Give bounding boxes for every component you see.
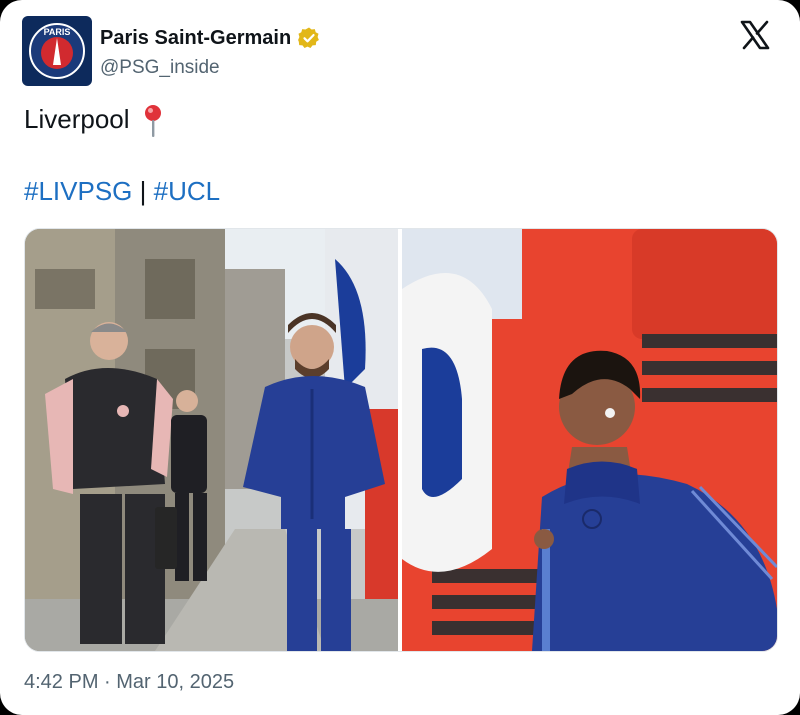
hashtag-ucl[interactable]: #UCL (154, 176, 220, 206)
author-name[interactable]: Paris Saint-Germain (100, 27, 291, 50)
avatar-text: PARIS (44, 27, 71, 37)
psg-crest-icon: PARIS (29, 23, 85, 79)
photo-players-walking[interactable] (25, 229, 398, 651)
author-handle[interactable]: @PSG_inside (100, 57, 220, 79)
hashtags: #LIVPSG | #UCL (24, 176, 220, 207)
photo-player-by-bus[interactable] (402, 229, 777, 651)
x-logo-icon[interactable] (740, 20, 770, 50)
verified-badge-icon (298, 27, 320, 48)
tweet-text-content: Liverpool (24, 104, 130, 134)
tweet-card: PARIS Paris Saint-Germain @PSG_inside Li… (0, 0, 800, 715)
author-name-row: Paris Saint-Germain (100, 26, 321, 50)
hashtag-separator: | (132, 176, 154, 206)
tweet-timestamp[interactable]: 4:42 PM · Mar 10, 2025 (24, 671, 234, 694)
media-grid (24, 228, 778, 652)
avatar[interactable]: PARIS (22, 16, 92, 86)
hashtag-livpsg[interactable]: #LIVPSG (24, 176, 132, 206)
tweet-header: PARIS Paris Saint-Germain @PSG_inside (22, 16, 778, 88)
round-pushpin-icon (144, 105, 161, 138)
tweet-text: Liverpool (24, 104, 164, 138)
